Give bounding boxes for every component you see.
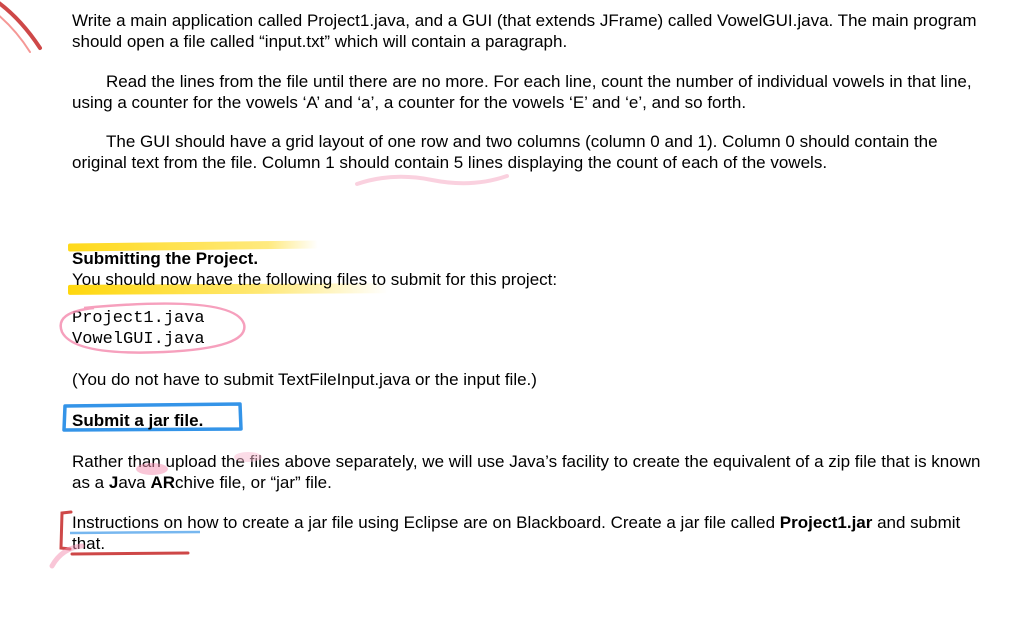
paragraph-rather-than: Rather than upload the files above separ… [72,451,984,494]
paragraph-intro-3: The GUI should have a grid layout of one… [72,131,984,174]
heading-text: Submitting the Project. [72,249,258,268]
document-page: Write a main application called Project1… [0,0,1024,564]
paragraph-intro-2: Read the lines from the file until there… [72,71,984,114]
paragraph-intro-1: Write a main application called Project1… [72,10,984,53]
paragraph-instructions: Instructions on how to create a jar file… [72,512,984,555]
file-1: Project1.java [72,308,205,329]
note-no-submit: (You do not have to submit TextFileInput… [72,369,984,390]
you-should-line: You should now have the following files … [72,269,984,290]
heading-submit-jar: Submit a jar file. [72,408,203,433]
file-list: Project1.java VowelGUI.java [72,308,205,351]
corner-red-mark [0,0,60,60]
file-2: VowelGUI.java [72,329,205,350]
heading-submitting-project: Submitting the Project. [72,248,258,269]
